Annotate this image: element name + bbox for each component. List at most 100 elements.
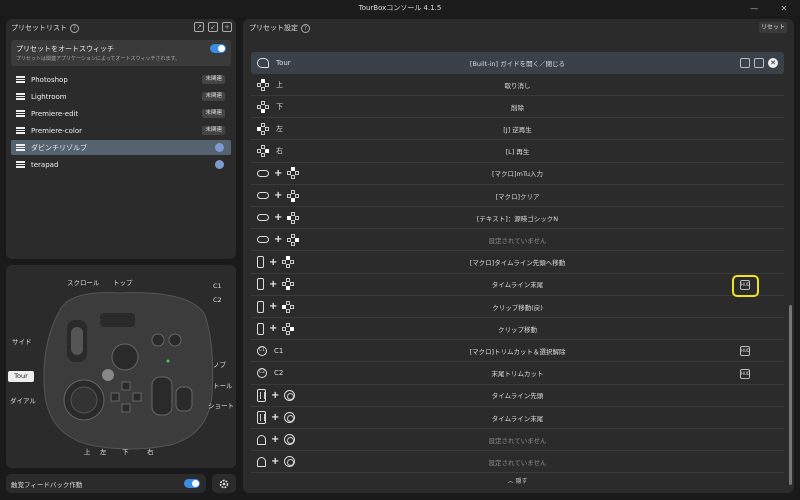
preset-item[interactable]: terapad	[11, 157, 231, 172]
action-label: クリップ移動	[498, 325, 537, 334]
tour-label[interactable]: Tour	[8, 371, 34, 382]
mapping-row[interactable]: 左 [J] 逆再生	[251, 118, 784, 141]
mapping-row[interactable]: + [マクロ]タイムライン先頭へ移動	[251, 252, 784, 274]
preset-name: terapad	[31, 160, 59, 169]
action-label: [J] 逆再生	[503, 125, 532, 134]
auto-switch-toggle[interactable]	[210, 44, 226, 53]
gear-icon	[219, 479, 229, 488]
scroll-label: スクロール	[67, 279, 100, 287]
minimize-button[interactable]: —	[742, 0, 766, 16]
mapping-row[interactable]: + [マクロ]mTu入力	[251, 163, 784, 185]
mapping-row[interactable]: 上取り消し	[251, 74, 784, 96]
unlinked-badge: 未関連	[202, 126, 225, 135]
preset-name: ダビンチリゾルブ	[31, 143, 87, 152]
preset-list-title: プリセットリスト	[11, 24, 67, 32]
preset-item[interactable]: Premiere-color 未関連	[11, 123, 231, 138]
drag-handle-icon[interactable]	[16, 127, 25, 134]
close-icon[interactable]: ✕	[768, 58, 778, 68]
scroll-thumb[interactable]	[789, 305, 792, 485]
scrollbar[interactable]	[789, 50, 793, 490]
drag-handle-icon[interactable]	[16, 110, 25, 117]
hud-icon[interactable]: HUD	[740, 346, 750, 357]
action-label: タイムライン先頭	[491, 392, 544, 401]
settings-button[interactable]	[212, 474, 236, 493]
drag-handle-icon[interactable]	[16, 144, 25, 151]
reset-button[interactable]: リセット	[759, 22, 787, 33]
mapping-row[interactable]: + [マクロ]クリア	[251, 185, 784, 207]
haptic-label: 触覚フィードバック作動	[11, 481, 83, 489]
preset-item[interactable]: Premiere-edit 未関連	[11, 106, 231, 121]
side-label: サイド	[12, 338, 32, 346]
action-label: 設定されていません	[488, 458, 547, 467]
preset-name: Photoshop	[31, 75, 68, 84]
mapping-row[interactable]: + 設定されていません	[251, 429, 784, 452]
collapse-button[interactable]: ︿ 隠す	[251, 476, 784, 485]
tourbox-device	[43, 292, 214, 450]
action-label: [L] 再生	[505, 148, 530, 157]
help-icon[interactable]: ?	[70, 23, 79, 33]
mapping-row[interactable]: C2 C2 末尾トリムカット HUD	[251, 363, 784, 385]
drag-handle-icon[interactable]	[16, 161, 25, 168]
right-label: 右	[147, 448, 154, 456]
left-label: 左	[100, 448, 107, 456]
app-icon	[215, 160, 224, 169]
help-icon[interactable]: ?	[301, 23, 310, 33]
hud-icon[interactable]: HUD	[740, 368, 750, 379]
action-label: 設定されていません	[488, 236, 547, 245]
auto-switch-description: プリセットは関連アプリケーションによってオートスウィッチされます。	[16, 56, 181, 62]
preset-name: Lightroom	[31, 92, 67, 101]
mapping-row[interactable]: 下削除	[251, 96, 784, 119]
action-label: [マクロ]クリア	[495, 192, 540, 201]
mapping-row[interactable]: + 設定されていません	[251, 229, 784, 252]
title-bar: TourBoxコンソール 4.1.5 — ✕	[0, 0, 800, 16]
mapping-row[interactable]: + [テキスト]：源暎ゴシックN	[251, 207, 784, 230]
app-icon	[215, 143, 224, 152]
action-label: [マクロ]トリムカット＆選択解除	[469, 347, 566, 356]
action-label: クリップ移動(戻)	[492, 303, 543, 312]
knob-label: ノブ	[213, 361, 226, 369]
action-label: [テキスト]：源暎ゴシックN	[476, 214, 559, 223]
action-label: [マクロ]mTu入力	[491, 170, 543, 179]
preset-list-header: プリセットリスト?	[11, 23, 79, 33]
up-label: 上	[84, 448, 91, 456]
mapping-row[interactable]: + クリップ移動(戻)	[251, 296, 784, 318]
action-label: [マクロ]タイムライン先頭へ移動	[469, 259, 566, 268]
add-preset-icon[interactable]: +	[222, 22, 232, 32]
mapping-row[interactable]: 右 [L] 再生	[251, 141, 784, 163]
preset-settings-title: プリセット設定	[249, 24, 298, 32]
dial-label: ダイアル	[10, 397, 36, 405]
export-icon[interactable]: ↗	[194, 22, 204, 32]
close-window-button[interactable]: ✕	[772, 0, 796, 16]
mapping-row[interactable]: C1 C1 [マクロ]トリムカット＆選択解除 HUD	[251, 340, 784, 363]
action-label: 設定されていません	[488, 436, 547, 445]
auto-switch-box: プリセットをオートスウィッチ プリセットは関連アプリケーションによってオートスウ…	[11, 40, 231, 66]
mapping-row[interactable]: + タイムライン先頭	[251, 385, 784, 407]
duplicate-icon[interactable]	[754, 58, 764, 68]
preset-item[interactable]: Photoshop 未関連	[11, 72, 231, 87]
c1-label: C1	[213, 282, 222, 290]
down-label: 下	[122, 448, 129, 456]
copy-icon[interactable]	[740, 58, 750, 68]
mapping-row[interactable]: + クリップ移動	[251, 318, 784, 341]
mapping-row[interactable]: + タイムライン末尾	[251, 407, 784, 429]
drag-handle-icon[interactable]	[16, 76, 25, 83]
unlinked-badge: 未関連	[202, 92, 225, 101]
preset-settings-header: プリセット設定?	[249, 23, 310, 33]
import-icon[interactable]: ↙	[208, 22, 218, 32]
action-label: 取り消し	[504, 81, 531, 90]
auto-switch-title: プリセットをオートスウィッチ	[16, 45, 114, 53]
preset-item[interactable]: Lightroom 未関連	[11, 89, 231, 104]
window-title: TourBoxコンソール 4.1.5	[358, 4, 442, 12]
mapping-row[interactable]: + タイムライン末尾 HUD	[251, 274, 784, 296]
mapping-row[interactable]: + 設定されていません	[251, 451, 784, 474]
drag-handle-icon[interactable]	[16, 93, 25, 100]
haptic-toggle[interactable]	[184, 479, 200, 488]
short-label: ショート	[208, 402, 234, 410]
preset-name: Premiere-edit	[31, 109, 79, 118]
mapping-row[interactable]: Tour [Built-in] ガイドを開く／閉じる ✕	[251, 52, 784, 74]
collapse-label: 隠す	[515, 478, 528, 485]
preset-item[interactable]: ダビンチリゾルブ	[11, 140, 231, 155]
focus-highlight	[732, 275, 759, 297]
action-label: タイムライン末尾	[491, 414, 544, 423]
unlinked-badge: 未関連	[202, 109, 225, 118]
